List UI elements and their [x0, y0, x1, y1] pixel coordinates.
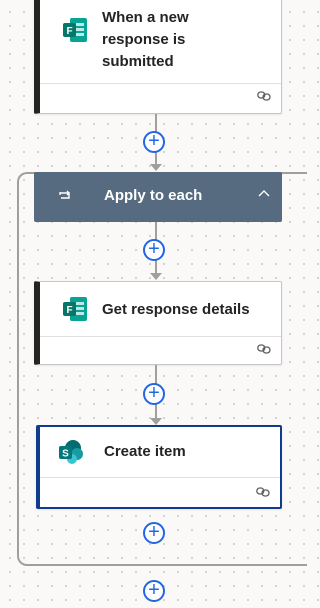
add-step-icon[interactable]: + [143, 580, 165, 602]
forms-icon: F [63, 18, 87, 42]
trigger-card-header: F When a new response is submitted [40, 0, 281, 84]
trigger-title: When a new response is submitted [102, 9, 189, 70]
chevron-up-icon[interactable] [258, 184, 270, 202]
add-step-icon[interactable]: + [143, 383, 165, 405]
trigger-card[interactable]: F When a new response is submitted [34, 0, 282, 114]
sharepoint-icon: S [59, 440, 83, 464]
svg-text:F: F [66, 305, 72, 316]
svg-text:F: F [66, 26, 72, 37]
add-step-icon[interactable]: + [143, 522, 165, 544]
add-step-icon[interactable]: + [143, 239, 165, 261]
link-icon[interactable] [257, 344, 271, 354]
loop-icon [58, 188, 72, 206]
link-icon[interactable] [257, 91, 271, 101]
action-title: Get response details [102, 301, 250, 318]
connector-arrow [150, 164, 162, 171]
action-card-header: S Create item [40, 427, 280, 478]
action-title: Create item [104, 443, 186, 460]
get-response-details-card[interactable]: F Get response details [34, 281, 282, 365]
svg-text:S: S [62, 449, 69, 460]
apply-to-each-title: Apply to each [104, 187, 203, 204]
connector-arrow [150, 418, 162, 425]
add-step-icon[interactable]: + [143, 131, 165, 153]
link-icon[interactable] [256, 487, 270, 497]
forms-icon: F [63, 297, 87, 321]
connector-arrow [150, 273, 162, 280]
action-card-header: F Get response details [40, 282, 281, 337]
apply-to-each-header[interactable]: Apply to each [34, 172, 282, 222]
create-item-card[interactable]: S Create item [36, 425, 282, 509]
